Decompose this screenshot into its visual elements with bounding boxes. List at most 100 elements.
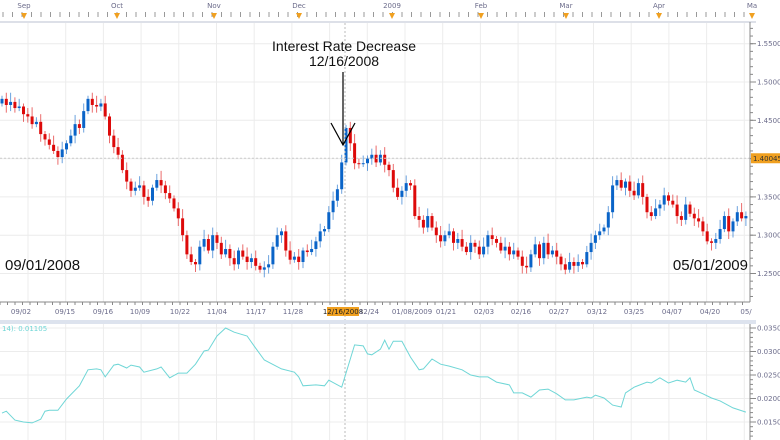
- month-label: 2009: [383, 2, 401, 10]
- candle-body: [460, 239, 464, 247]
- time-tick-label: 11/17: [246, 308, 266, 316]
- indicator-tick-label: 0.02000: [757, 395, 780, 403]
- candle-body: [520, 256, 524, 266]
- candle-body: [108, 116, 111, 136]
- candle-body: [641, 183, 645, 197]
- candle-body: [456, 239, 460, 243]
- candle-body: [0, 98, 4, 104]
- candle-body: [469, 242, 473, 253]
- candle-body: [77, 124, 81, 128]
- candle-body: [684, 204, 688, 220]
- candle-body: [52, 144, 56, 151]
- candle-body: [563, 264, 567, 270]
- candle-body: [95, 104, 99, 107]
- candle-body: [533, 244, 537, 255]
- candle-body: [241, 250, 245, 257]
- time-tick-label: 09/16: [93, 308, 114, 316]
- candle-body: [327, 212, 331, 230]
- time-tick-label: 01/21: [436, 308, 456, 316]
- candle-body: [314, 241, 318, 249]
- candle-body: [361, 163, 365, 165]
- candle-body: [69, 135, 73, 144]
- candle-body: [473, 242, 477, 247]
- time-tick-label: 12/24: [359, 308, 380, 316]
- candle-body: [181, 218, 185, 236]
- candle-body: [598, 231, 602, 236]
- time-tick-label: 02/03: [474, 308, 494, 316]
- candle-body: [366, 158, 369, 164]
- candle-body: [649, 212, 653, 217]
- time-tick-label: 01/08/2009: [392, 308, 432, 316]
- candle-body: [280, 231, 283, 236]
- time-tick-label: 09/15: [55, 308, 75, 316]
- candle-body: [318, 231, 322, 242]
- candle-body: [447, 231, 451, 236]
- candle-body: [550, 250, 554, 255]
- time-tick-label: 10/22: [170, 308, 190, 316]
- time-axis[interactable]: 09/02 09/15 09/16 10/09 10/22 11/04 11/17 11/28…: [0, 302, 752, 316]
- candle-body: [34, 121, 38, 125]
- candle-body: [215, 235, 219, 243]
- candle-body: [688, 204, 692, 214]
- candle-body: [727, 216, 731, 232]
- pane-separator[interactable]: [0, 320, 756, 324]
- candle-body: [138, 185, 142, 188]
- candle-body: [486, 235, 490, 247]
- candle-body: [155, 180, 159, 188]
- candle-body: [86, 98, 90, 112]
- candle-body: [17, 106, 21, 109]
- price-tick-label: 1.3500: [757, 193, 780, 201]
- candle-body: [658, 204, 662, 209]
- candle-body: [645, 196, 649, 213]
- candle-body: [576, 262, 580, 266]
- candle-body: [409, 183, 412, 186]
- candle-body: [615, 180, 619, 186]
- candle-body: [82, 111, 86, 128]
- time-tick-label: 12/16/2008: [323, 308, 363, 316]
- indicator-tick-label: 0.01500: [757, 419, 780, 427]
- candle-body: [705, 231, 709, 242]
- time-tick-label: 04/07: [662, 308, 682, 316]
- candle-body: [516, 250, 520, 257]
- candle-body: [47, 139, 51, 145]
- annotation-title: Interest Rate Decrease: [272, 38, 416, 54]
- candle-body: [581, 262, 584, 265]
- month-label: Dec: [292, 2, 306, 10]
- candle-body: [202, 239, 206, 247]
- candle-body: [151, 187, 154, 201]
- candle-body: [125, 170, 129, 182]
- candle-body: [662, 195, 666, 205]
- annotation-date: 12/16/2008: [309, 53, 379, 69]
- time-tick-label: 02/27: [549, 308, 569, 316]
- time-tick-label: 09/02: [11, 308, 31, 316]
- candle-body: [701, 221, 705, 232]
- candle-body: [331, 200, 335, 213]
- indicator-tick-label: 0.03000: [757, 348, 780, 356]
- candle-body: [237, 250, 240, 265]
- candle-body: [224, 248, 228, 255]
- candle-body: [185, 235, 189, 255]
- month-label: Mar: [559, 2, 572, 10]
- candle-body: [297, 256, 301, 263]
- candle-body: [477, 246, 481, 255]
- candle-body: [159, 180, 163, 186]
- indicator-tick-label: 0.02500: [757, 372, 780, 380]
- candle-body: [271, 246, 275, 265]
- time-tick-label: 02/16: [511, 308, 532, 316]
- candle-body: [344, 127, 348, 163]
- candle-body: [443, 235, 447, 242]
- candle-body: [624, 181, 627, 188]
- candle-body: [22, 106, 25, 115]
- month-label: Feb: [475, 2, 488, 10]
- candle-body: [404, 183, 408, 191]
- candle-body: [99, 103, 103, 107]
- end-date-label: 05/01/2009: [673, 257, 748, 274]
- candle-body: [671, 200, 675, 205]
- candle-body: [112, 135, 116, 148]
- candle-body: [602, 227, 606, 232]
- price-axis[interactable]: 1.55001.50001.45001.40001.35001.30001.25…: [750, 27, 780, 297]
- candle-body: [301, 250, 305, 263]
- month-label: Sep: [17, 2, 31, 10]
- current-price-label: 1.40045: [753, 155, 780, 163]
- candle-body: [232, 258, 236, 265]
